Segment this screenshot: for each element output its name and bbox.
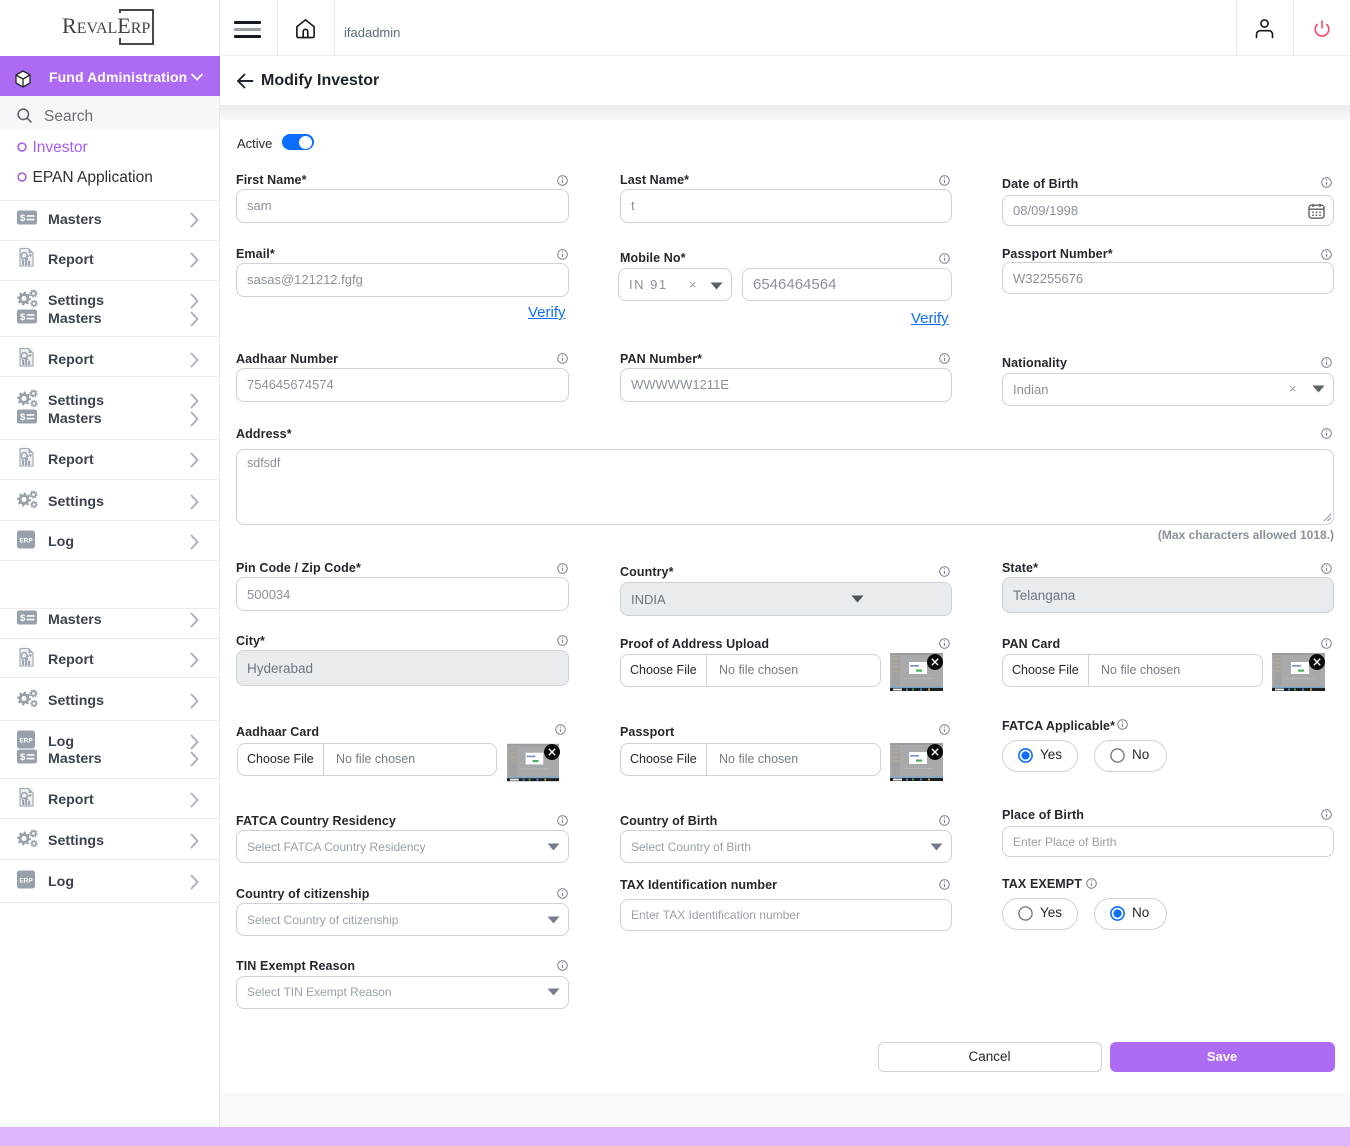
svg-text:$: $ — [20, 412, 26, 423]
svg-text:ERP: ERP — [19, 878, 33, 885]
svg-text:ERP: ERP — [19, 538, 33, 545]
svg-text:$: $ — [20, 752, 26, 763]
svg-text:ERP: ERP — [19, 738, 33, 745]
svg-text:$: $ — [20, 613, 26, 624]
svg-text:$: $ — [20, 213, 26, 224]
svg-text:$: $ — [20, 312, 26, 323]
